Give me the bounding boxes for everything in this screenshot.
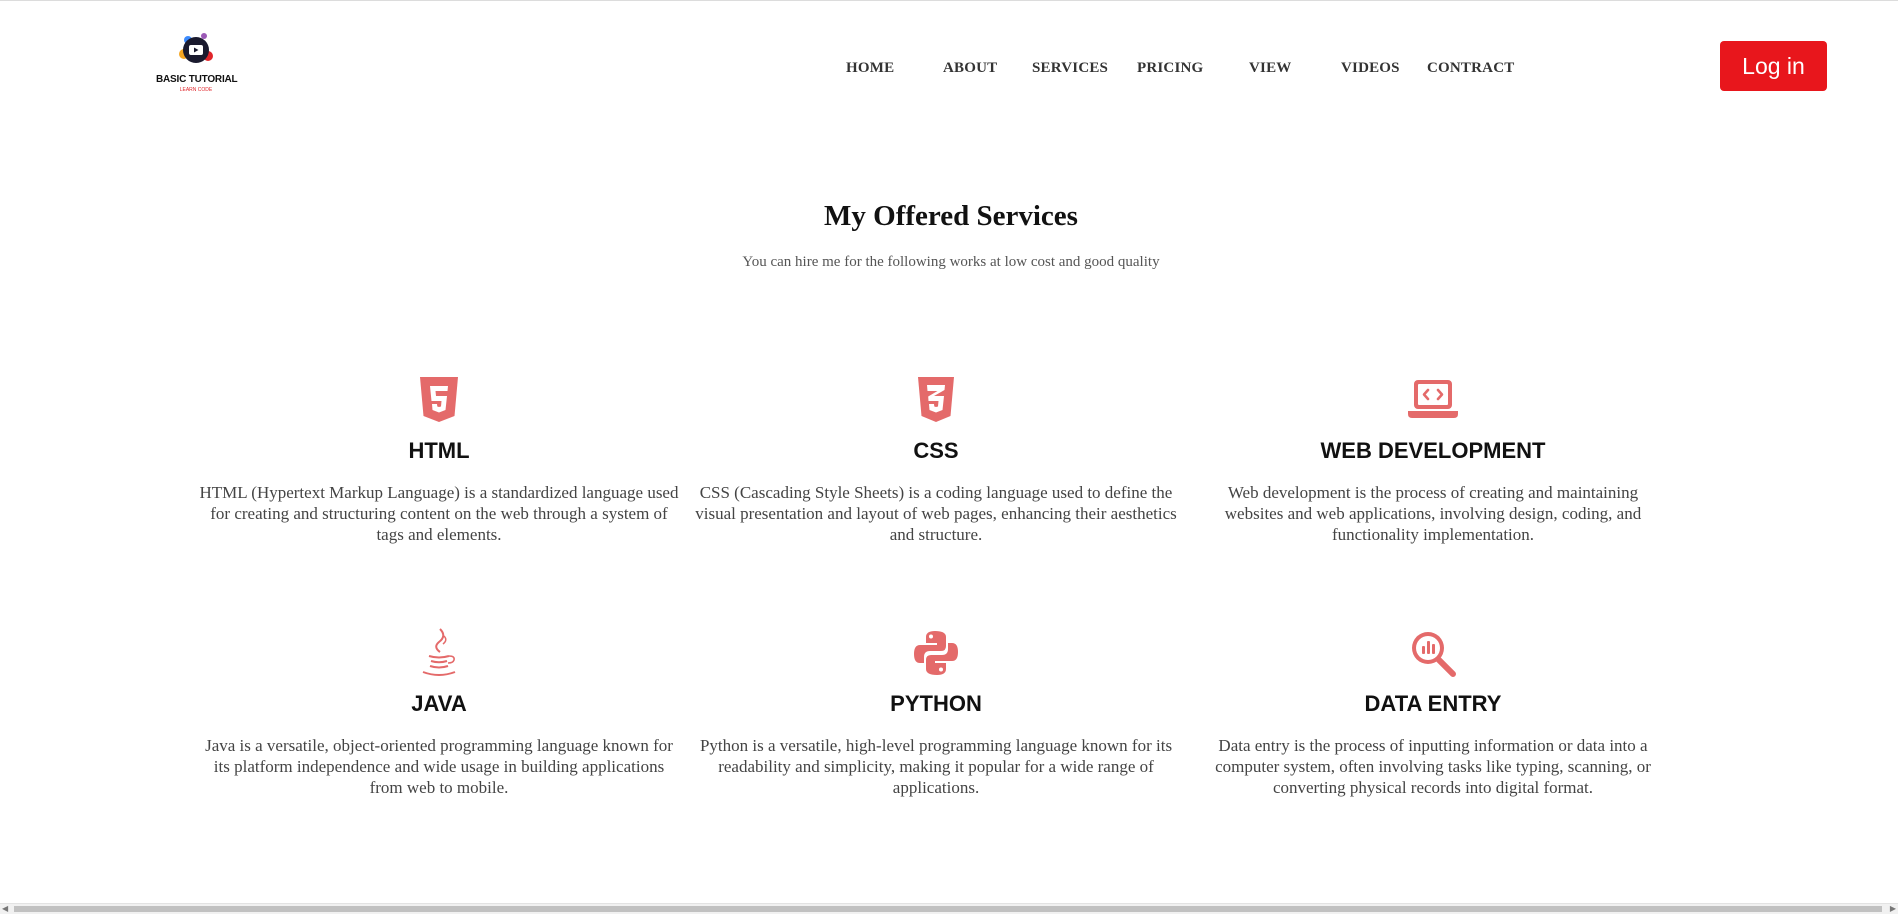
magnifier-chart-icon — [1412, 632, 1456, 677]
service-description: Data entry is the process of inputting i… — [1215, 736, 1651, 797]
nav-home[interactable]: HOME — [846, 60, 894, 77]
nav-videos[interactable]: VIDEOS — [1341, 60, 1400, 77]
login-button[interactable]: Log in — [1720, 41, 1827, 91]
scrollbar-thumb[interactable] — [14, 906, 1882, 912]
scroll-right-icon[interactable]: ▶ — [1890, 905, 1896, 913]
css3-icon — [918, 377, 954, 422]
service-title: JAVA — [411, 691, 467, 716]
service-card-data-entry: DATA ENTRY Data entry is the process of … — [1188, 627, 1678, 798]
scroll-left-icon[interactable]: ◀ — [2, 905, 8, 913]
service-description: Web development is the process of creati… — [1224, 483, 1642, 544]
service-card-python: PYTHON Python is a versatile, high-level… — [691, 627, 1181, 798]
html5-icon — [420, 377, 458, 422]
site-header: BASIC TUTORIAL LEARN CODE HOME ABOUT SER… — [0, 0, 1898, 120]
service-title: WEB DEVELOPMENT — [1320, 438, 1546, 463]
service-title: PYTHON — [890, 691, 982, 716]
service-card-web-development: WEB DEVELOPMENT Web development is the p… — [1188, 374, 1678, 545]
service-title: DATA ENTRY — [1364, 691, 1502, 716]
service-card-css: CSS CSS (Cascading Style Sheets) is a co… — [691, 374, 1181, 545]
service-description: Python is a versatile, high-level progra… — [699, 736, 1173, 797]
service-description: HTML (Hypertext Markup Language) is a st… — [199, 483, 679, 544]
section-subtitle: You can hire me for the following works … — [742, 254, 1160, 270]
service-description: CSS (Cascading Style Sheets) is a coding… — [695, 483, 1177, 544]
service-title: CSS — [913, 438, 959, 463]
nav-pricing[interactable]: PRICING — [1137, 60, 1203, 77]
service-description: Java is a versatile, object-oriented pro… — [205, 736, 673, 797]
laptop-code-icon — [1408, 380, 1458, 418]
nav-contract[interactable]: CONTRACT — [1427, 60, 1514, 77]
horizontal-scrollbar[interactable]: ◀ ▶ — [0, 903, 1898, 914]
python-icon — [914, 631, 958, 675]
nav-about[interactable]: ABOUT — [943, 60, 997, 77]
java-icon — [422, 628, 456, 676]
service-card-java: JAVA Java is a versatile, object-oriente… — [194, 627, 684, 798]
service-title: HTML — [408, 438, 470, 463]
nav-services[interactable]: SERVICES — [1032, 60, 1108, 77]
main-nav: HOME ABOUT SERVICES PRICING VIEW VIDEOS … — [0, 60, 1898, 80]
nav-view[interactable]: VIEW — [1249, 60, 1291, 77]
service-card-html: HTML HTML (Hypertext Markup Language) is… — [194, 374, 684, 545]
logo-subtitle: LEARN CODE — [179, 87, 213, 93]
section-title: My Offered Services — [824, 200, 1078, 232]
